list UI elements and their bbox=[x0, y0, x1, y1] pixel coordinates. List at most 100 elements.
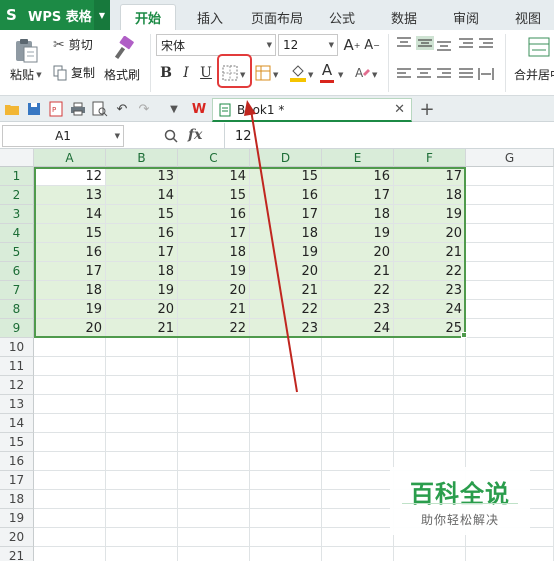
cell-e21[interactable] bbox=[322, 547, 394, 561]
cell-d3[interactable]: 17 bbox=[250, 205, 322, 224]
cell-a20[interactable] bbox=[34, 528, 106, 547]
cell-b13[interactable] bbox=[106, 395, 178, 414]
cell-f6[interactable]: 22 bbox=[394, 262, 466, 281]
cell-d21[interactable] bbox=[250, 547, 322, 561]
cell-b3[interactable]: 15 bbox=[106, 205, 178, 224]
cell-d7[interactable]: 21 bbox=[250, 281, 322, 300]
row-header-20[interactable]: 20 bbox=[0, 528, 34, 547]
fill-color-icon[interactable] bbox=[289, 63, 307, 83]
cell-f8[interactable]: 24 bbox=[394, 300, 466, 319]
cell-b8[interactable]: 20 bbox=[106, 300, 178, 319]
cell-e6[interactable]: 21 bbox=[322, 262, 394, 281]
cell-g14[interactable] bbox=[466, 414, 554, 433]
cell-d14[interactable] bbox=[250, 414, 322, 433]
cell-e12[interactable] bbox=[322, 376, 394, 395]
cell-d1[interactable]: 15 bbox=[250, 167, 322, 186]
cell-a6[interactable]: 17 bbox=[34, 262, 106, 281]
cell-c8[interactable]: 21 bbox=[178, 300, 250, 319]
print-icon[interactable] bbox=[69, 100, 87, 118]
cell-d19[interactable] bbox=[250, 509, 322, 528]
chevron-down-icon[interactable]: ▼ bbox=[338, 71, 343, 79]
row-header-6[interactable]: 6 bbox=[0, 262, 34, 281]
cell-a1[interactable]: 12 bbox=[34, 167, 106, 186]
cell-d13[interactable] bbox=[250, 395, 322, 414]
cell-e19[interactable] bbox=[322, 509, 394, 528]
copy-button[interactable]: 复制 bbox=[53, 64, 95, 81]
merge-cells-icon[interactable] bbox=[528, 36, 550, 58]
cell-a19[interactable] bbox=[34, 509, 106, 528]
cell-a7[interactable]: 18 bbox=[34, 281, 106, 300]
cell-a4[interactable]: 15 bbox=[34, 224, 106, 243]
app-menu-button[interactable]: S WPS 表格 ▼ bbox=[0, 0, 110, 30]
font-color-button[interactable]: A bbox=[319, 61, 335, 83]
cell-g1[interactable] bbox=[466, 167, 554, 186]
row-header-13[interactable]: 13 bbox=[0, 395, 34, 414]
cell-b7[interactable]: 19 bbox=[106, 281, 178, 300]
cell-a3[interactable]: 14 bbox=[34, 205, 106, 224]
row-header-10[interactable]: 10 bbox=[0, 338, 34, 357]
cell-a14[interactable] bbox=[34, 414, 106, 433]
underline-button[interactable]: U bbox=[197, 63, 215, 83]
function-icon[interactable]: fx bbox=[188, 127, 202, 143]
column-header-g[interactable]: G bbox=[466, 149, 554, 167]
cell-g13[interactable] bbox=[466, 395, 554, 414]
font-size-select[interactable]: 12 ▼ bbox=[278, 34, 338, 56]
cell-b11[interactable] bbox=[106, 357, 178, 376]
close-icon[interactable]: ✕ bbox=[394, 102, 405, 117]
row-header-18[interactable]: 18 bbox=[0, 490, 34, 509]
row-header-8[interactable]: 8 bbox=[0, 300, 34, 319]
cell-e8[interactable]: 23 bbox=[322, 300, 394, 319]
cell-c14[interactable] bbox=[178, 414, 250, 433]
new-tab-icon[interactable]: + bbox=[418, 99, 436, 120]
chevron-down-icon[interactable]: ▼ bbox=[94, 0, 110, 30]
cell-e13[interactable] bbox=[322, 395, 394, 414]
cell-b5[interactable]: 17 bbox=[106, 243, 178, 262]
cell-a16[interactable] bbox=[34, 452, 106, 471]
cell-b15[interactable] bbox=[106, 433, 178, 452]
cell-b19[interactable] bbox=[106, 509, 178, 528]
format-painter-button[interactable]: 格式刷 bbox=[104, 66, 140, 83]
cell-f14[interactable] bbox=[394, 414, 466, 433]
cell-e17[interactable] bbox=[322, 471, 394, 490]
cell-c10[interactable] bbox=[178, 338, 250, 357]
formula-input[interactable]: 12 bbox=[224, 123, 554, 149]
tab-data[interactable]: 数据 bbox=[380, 4, 428, 30]
cell-a17[interactable] bbox=[34, 471, 106, 490]
row-header-2[interactable]: 2 bbox=[0, 186, 34, 205]
cell-b4[interactable]: 16 bbox=[106, 224, 178, 243]
cell-c7[interactable]: 20 bbox=[178, 281, 250, 300]
cell-style-icon[interactable] bbox=[255, 65, 271, 81]
cell-d16[interactable] bbox=[250, 452, 322, 471]
cell-c17[interactable] bbox=[178, 471, 250, 490]
select-all-corner[interactable] bbox=[0, 149, 34, 167]
clear-format-icon[interactable]: A bbox=[353, 64, 371, 82]
font-name-select[interactable]: 宋体 ▼ bbox=[156, 34, 276, 56]
paste-icon[interactable] bbox=[12, 36, 40, 64]
cell-g3[interactable] bbox=[466, 205, 554, 224]
cell-e7[interactable]: 22 bbox=[322, 281, 394, 300]
row-header-14[interactable]: 14 bbox=[0, 414, 34, 433]
row-header-17[interactable]: 17 bbox=[0, 471, 34, 490]
cell-c4[interactable]: 17 bbox=[178, 224, 250, 243]
cell-e18[interactable] bbox=[322, 490, 394, 509]
cell-g21[interactable] bbox=[466, 547, 554, 561]
undo-icon[interactable]: ↶ bbox=[113, 100, 131, 118]
decrease-font-size-icon[interactable]: A − bbox=[363, 35, 381, 55]
cell-f9[interactable]: 25 bbox=[394, 319, 466, 338]
cell-c9[interactable]: 22 bbox=[178, 319, 250, 338]
row-header-7[interactable]: 7 bbox=[0, 281, 34, 300]
chevron-down-icon[interactable]: ▼ bbox=[308, 71, 313, 79]
cell-e9[interactable]: 24 bbox=[322, 319, 394, 338]
merge-center-button[interactable]: 合并居中 bbox=[514, 66, 554, 83]
column-header-c[interactable]: C bbox=[178, 149, 250, 167]
cell-b20[interactable] bbox=[106, 528, 178, 547]
cell-a21[interactable] bbox=[34, 547, 106, 561]
cell-b6[interactable]: 18 bbox=[106, 262, 178, 281]
row-header-3[interactable]: 3 bbox=[0, 205, 34, 224]
italic-button[interactable]: I bbox=[177, 63, 195, 83]
cell-e16[interactable] bbox=[322, 452, 394, 471]
cell-f1[interactable]: 17 bbox=[394, 167, 466, 186]
cell-f21[interactable] bbox=[394, 547, 466, 561]
cell-c13[interactable] bbox=[178, 395, 250, 414]
cell-b1[interactable]: 13 bbox=[106, 167, 178, 186]
